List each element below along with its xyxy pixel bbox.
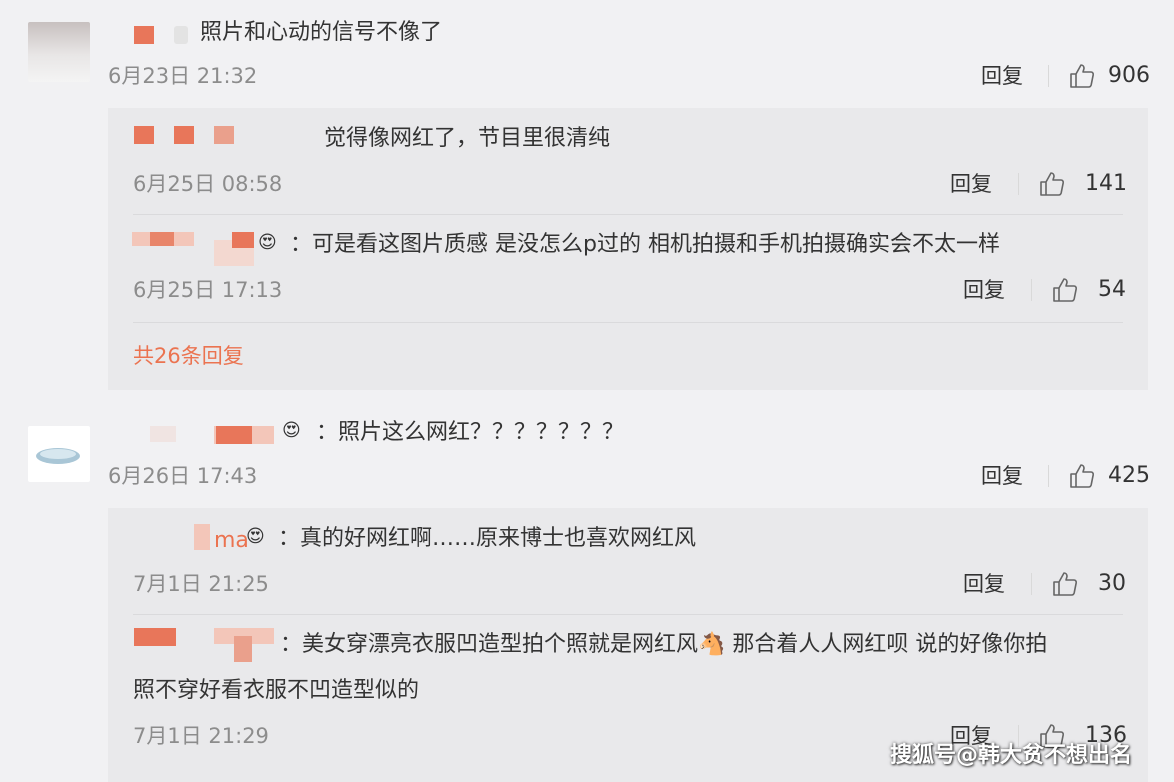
divider — [133, 614, 1123, 615]
avatar[interactable] — [28, 22, 90, 82]
reply-text: ：真的好网红啊……原来博士也喜欢网红风 — [278, 526, 697, 551]
reply-button[interactable]: 回复 — [981, 62, 1023, 90]
reply-text: ：可是看这图片质感 是没怎么p过的 相机拍摄和手机拍摄确实会不太一样 — [290, 232, 1000, 257]
comment-timestamp: 6月26日 17:43 — [108, 464, 258, 488]
more-replies-link[interactable]: 共26条回复 — [133, 342, 244, 370]
vip-crown-icon: 😍 — [282, 420, 301, 441]
reply-timestamp: 7月1日 21:25 — [133, 572, 269, 596]
action-divider — [1031, 573, 1032, 595]
reply-timestamp: 7月1日 21:29 — [133, 724, 269, 748]
username-blurred[interactable] — [134, 26, 190, 46]
like-count: 425 — [1108, 463, 1150, 488]
reply-button[interactable]: 回复 — [981, 462, 1023, 490]
thumbs-up-icon[interactable] — [1038, 170, 1066, 198]
reply-text: 觉得像网红了，节目里很清纯 — [324, 126, 611, 151]
like-count: 54 — [1098, 277, 1126, 302]
reply-button[interactable]: 回复 — [963, 276, 1005, 304]
reply-button[interactable]: 回复 — [963, 570, 1005, 598]
reply-timestamp: 6月25日 17:13 — [133, 278, 283, 302]
comment-timestamp: 6月23日 21:32 — [108, 64, 258, 88]
action-divider — [1018, 173, 1019, 195]
thumbs-up-icon[interactable] — [1051, 276, 1079, 304]
like-count: 906 — [1108, 63, 1150, 88]
reply-timestamp: 6月25日 08:58 — [133, 172, 283, 196]
username-blurred[interactable] — [134, 626, 279, 662]
vip-crown-icon: 😍 — [246, 526, 265, 547]
username-blurred[interactable] — [134, 126, 244, 146]
reply-text-line-1: ：美女穿漂亮衣服凹造型拍个照就是网红风🐴 那合着人人网红呗 说的好像你拍 — [280, 632, 1048, 657]
watermark: 搜狐号@韩大贫不想出名 — [890, 743, 1133, 768]
action-divider — [1048, 465, 1049, 487]
comment-text: 照片和心动的信号不像了 — [200, 20, 443, 45]
username-blurred[interactable] — [150, 424, 275, 446]
comment-text: ：照片这么网红？？？？？？？ — [316, 420, 625, 445]
divider — [133, 322, 1123, 323]
vip-crown-icon: 😍 — [258, 232, 277, 253]
thumbs-up-icon[interactable] — [1068, 62, 1096, 90]
like-count: 141 — [1085, 171, 1127, 196]
reply-text-line-2: 照不穿好看衣服不凹造型似的 — [133, 678, 420, 703]
like-count: 30 — [1098, 571, 1126, 596]
avatar[interactable] — [28, 426, 90, 482]
thumbs-up-icon[interactable] — [1068, 462, 1096, 490]
username-blurred[interactable] — [132, 230, 257, 266]
action-divider — [1031, 279, 1032, 301]
username-fragment[interactable]: ma — [214, 526, 249, 556]
thumbs-up-icon[interactable] — [1051, 570, 1079, 598]
action-divider — [1048, 65, 1049, 87]
reply-button[interactable]: 回复 — [950, 170, 992, 198]
divider — [133, 214, 1123, 215]
